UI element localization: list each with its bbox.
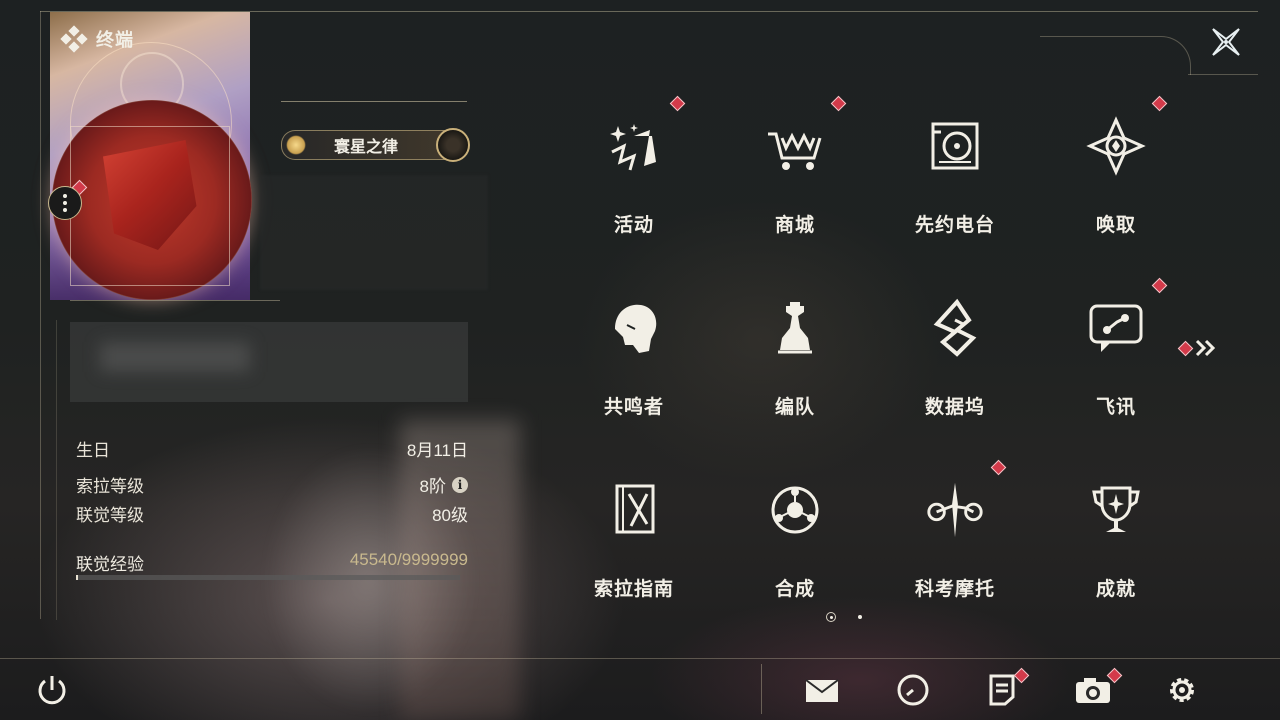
page-indicator <box>826 612 862 622</box>
radio-icon <box>923 114 987 178</box>
menu-item-activity[interactable]: 活动 <box>564 92 704 242</box>
page-dot-active[interactable] <box>826 612 836 622</box>
menu-label: 活动 <box>613 215 654 236</box>
menu-item-resonator[interactable]: 共鸣者 <box>564 274 704 424</box>
experience-progress-bar <box>76 575 460 580</box>
frame-right-line <box>1188 74 1258 75</box>
notification-badge <box>1177 340 1194 356</box>
mail-button[interactable] <box>800 668 844 712</box>
synthesis-icon <box>763 478 827 542</box>
menu-label: 合成 <box>774 579 815 600</box>
dot <box>63 201 67 205</box>
settings-gear-icon <box>1170 678 1194 702</box>
menu-label: 先约电台 <box>914 215 995 236</box>
notes-icon <box>989 674 1015 706</box>
menu-label: 飞讯 <box>1095 397 1136 418</box>
stat-row-union-level: 联觉等级 80级 <box>76 501 468 526</box>
player-signature-blurred <box>70 322 468 402</box>
menu-label: 商城 <box>774 215 815 236</box>
notes-button[interactable] <box>980 667 1030 712</box>
double-chevron-right-icon <box>1195 339 1216 357</box>
stat-value-wrap: 8阶 i <box>420 472 468 497</box>
experience-label: 联觉经验 <box>76 555 144 574</box>
bottom-bar-line <box>0 658 1280 659</box>
close-button[interactable] <box>1206 22 1246 62</box>
stat-value: 80级 <box>432 506 468 525</box>
menu-item-achievement[interactable]: 成就 <box>1046 456 1186 606</box>
menu-label: 索拉指南 <box>593 579 674 600</box>
menu-item-radio[interactable]: 先约电台 <box>885 92 1025 242</box>
ring-icon <box>436 128 470 162</box>
menu-item-synthesis[interactable]: 合成 <box>725 456 865 606</box>
frame-left-line <box>40 11 41 619</box>
menu-label: 科考摩托 <box>914 579 995 600</box>
resonator-icon <box>602 296 666 360</box>
title-badge[interactable]: 寰星之律 <box>281 128 470 162</box>
menu-item-guide[interactable]: 索拉指南 <box>564 456 704 606</box>
activity-icon <box>602 114 666 178</box>
camera-button[interactable] <box>1071 667 1123 712</box>
guide-icon <box>602 478 666 542</box>
experience-progress-fill <box>76 575 79 580</box>
settings-button[interactable] <box>1160 668 1204 712</box>
notification-badge <box>990 459 1007 476</box>
frame-right-arc <box>1040 36 1191 75</box>
menu-item-motorcycle[interactable]: 科考摩托 <box>885 456 1025 606</box>
menu-label: 编队 <box>774 397 815 418</box>
data-dock-icon <box>923 296 987 360</box>
notification-badge <box>830 95 847 112</box>
time-button[interactable] <box>891 668 935 712</box>
dot <box>63 194 67 198</box>
summon-compass-icon <box>1084 114 1148 178</box>
dot <box>63 208 67 212</box>
menu-label: 共鸣者 <box>603 397 664 418</box>
page-dot[interactable] <box>858 615 862 619</box>
menu-item-message[interactable]: 飞讯 <box>1046 274 1186 424</box>
power-button[interactable] <box>30 668 74 712</box>
bottom-bar-divider <box>761 664 762 714</box>
camera-icon <box>1076 678 1110 703</box>
terminal-header: 终端 <box>60 25 134 53</box>
stat-row-birthday: 生日 8月11日 <box>76 436 468 461</box>
clock-icon <box>897 674 929 706</box>
next-page-button[interactable] <box>1177 338 1219 358</box>
message-icon <box>1084 296 1148 360</box>
name-divider <box>281 101 467 102</box>
notification-badge <box>669 95 686 112</box>
experience-row: 联觉经验 45540/9999999 <box>76 550 468 575</box>
menu-label: 唤取 <box>1095 215 1136 236</box>
motorcycle-icon <box>923 478 987 542</box>
stat-value: 8阶 <box>419 477 446 496</box>
menu-label: 数据坞 <box>924 397 985 418</box>
power-icon <box>38 676 66 705</box>
avatar-frame <box>70 126 230 286</box>
team-chess-icon <box>763 296 827 360</box>
title-badge-label: 寰星之律 <box>333 139 398 156</box>
notification-badge <box>1151 95 1168 112</box>
page-title: 终端 <box>96 30 134 50</box>
shop-cart-icon <box>763 114 827 178</box>
frame-inner-line <box>56 320 57 620</box>
stat-label: 联觉等级 <box>76 506 144 525</box>
avatar-more-button[interactable] <box>48 186 82 220</box>
stat-label: 索拉等级 <box>76 477 144 496</box>
stat-label: 生日 <box>76 441 110 460</box>
stat-value: 8月11日 <box>406 441 468 460</box>
player-name-blurred <box>260 175 488 290</box>
experience-value: 45540/9999999 <box>349 550 468 569</box>
mail-icon <box>805 679 839 702</box>
terminal-diamond-icon <box>60 25 88 53</box>
menu-item-summon[interactable]: 唤取 <box>1046 92 1186 242</box>
profile-separator <box>70 300 280 301</box>
menu-item-shop[interactable]: 商城 <box>725 92 865 242</box>
close-icon <box>1212 28 1240 56</box>
notification-badge <box>1151 277 1168 294</box>
stat-row-sola-level: 索拉等级 8阶 i <box>76 472 468 497</box>
trophy-icon <box>1084 478 1148 542</box>
menu-label: 成就 <box>1095 579 1136 600</box>
menu-item-team[interactable]: 编队 <box>725 274 865 424</box>
info-icon[interactable]: i <box>452 476 468 493</box>
menu-item-data-dock[interactable]: 数据坞 <box>885 274 1025 424</box>
